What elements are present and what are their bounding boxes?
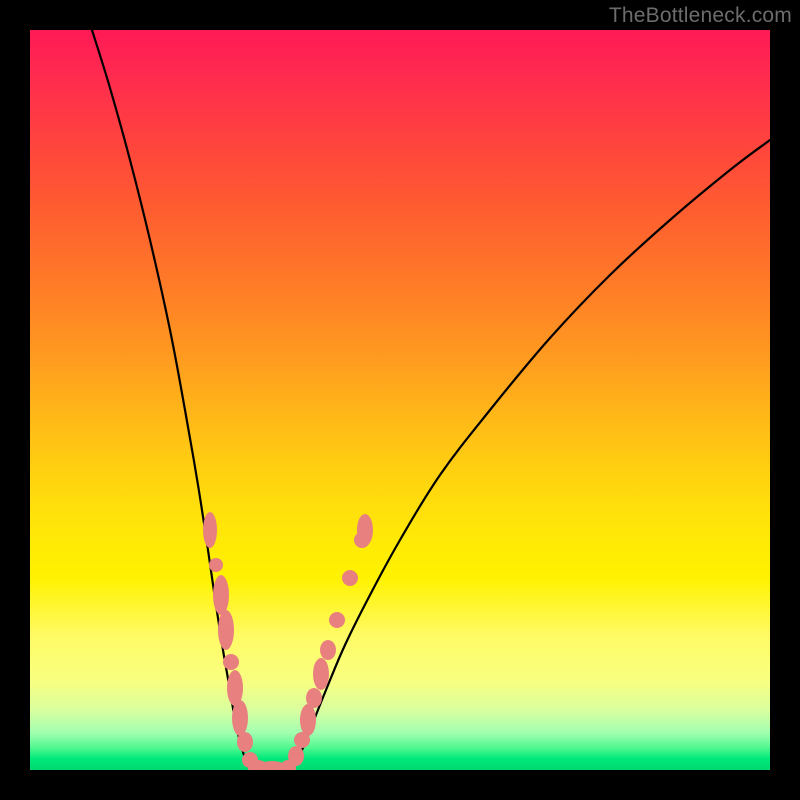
watermark-text: TheBottleneck.com xyxy=(609,4,792,28)
marker-bead xyxy=(237,732,253,752)
marker-bead xyxy=(232,700,248,736)
marker-bead xyxy=(313,658,329,690)
marker-bead xyxy=(223,654,239,670)
marker-bead xyxy=(320,640,336,660)
marker-bead xyxy=(209,558,223,572)
plot-area xyxy=(30,30,770,770)
marker-bead xyxy=(300,704,316,736)
marker-bead xyxy=(357,514,373,546)
marker-bead xyxy=(218,610,234,650)
marker-bead xyxy=(306,688,322,708)
right-curve xyxy=(288,140,770,770)
marker-bead xyxy=(213,575,229,615)
chart-frame: TheBottleneck.com xyxy=(0,0,800,800)
curves-layer xyxy=(30,30,770,770)
marker-bead xyxy=(288,746,304,766)
marker-bead xyxy=(203,512,217,548)
marker-bead xyxy=(342,570,358,586)
marker-bead xyxy=(329,612,345,628)
